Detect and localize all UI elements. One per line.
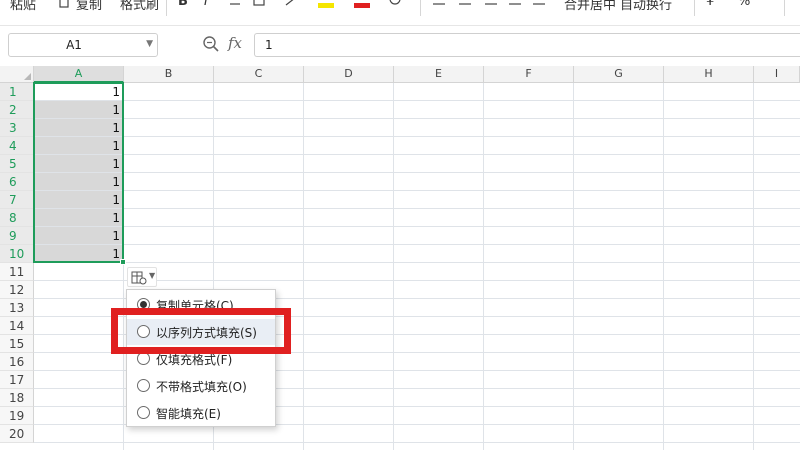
- paste-button[interactable]: 粘贴: [10, 0, 36, 13]
- row-header-12[interactable]: 12: [0, 281, 34, 299]
- row-header-8[interactable]: 8: [0, 209, 34, 227]
- grid-row-line: [34, 208, 800, 209]
- row-header-13[interactable]: 13: [0, 299, 34, 317]
- select-all-corner[interactable]: [0, 66, 34, 83]
- grid-row-line: [34, 226, 800, 227]
- italic-button[interactable]: I: [204, 0, 208, 9]
- format-painter-button[interactable]: 格式刷: [120, 0, 159, 13]
- spreadsheet-grid: ABCDEFGHI 1 2 3 4 5 6 7 8 9 10 11 12 13 14 15 16 17 18 19 2…: [0, 66, 800, 450]
- name-box[interactable]: A1 ▼: [8, 33, 158, 57]
- grid-row-line: [34, 262, 800, 263]
- row-header-6[interactable]: 6: [0, 173, 34, 191]
- align-right-icon[interactable]: [484, 0, 498, 10]
- row-header-10[interactable]: 10: [0, 245, 34, 263]
- grid-row-line: [34, 154, 800, 155]
- column-header-e[interactable]: E: [394, 66, 484, 83]
- grid-column-line: [483, 83, 484, 450]
- currency-button[interactable]: ¥: [706, 0, 714, 9]
- cell-reference: A1: [66, 38, 82, 52]
- align-justify-icon[interactable]: [508, 0, 522, 10]
- column-header-h[interactable]: H: [664, 66, 754, 83]
- selection-border: [33, 82, 124, 263]
- row-header-4[interactable]: 4: [0, 137, 34, 155]
- row-header-18[interactable]: 18: [0, 389, 34, 407]
- radio-icon: [137, 379, 150, 392]
- formula-input[interactable]: 1: [254, 33, 800, 57]
- grid-column-line: [303, 83, 304, 450]
- row-header-16[interactable]: 16: [0, 353, 34, 371]
- row-header-14[interactable]: 14: [0, 317, 34, 335]
- column-header-b[interactable]: B: [124, 66, 214, 83]
- red-highlight-box: [111, 308, 291, 354]
- row-header-15[interactable]: 15: [0, 335, 34, 353]
- eraser-icon[interactable]: [284, 0, 298, 10]
- autofill-options-button[interactable]: ▼: [127, 267, 157, 287]
- row-header-11[interactable]: 11: [0, 263, 34, 281]
- zoom-icon[interactable]: [202, 35, 220, 53]
- grid-row-line: [34, 118, 800, 119]
- toolbar-divider: [784, 0, 785, 16]
- border-icon[interactable]: [252, 0, 266, 10]
- grid-column-line: [753, 83, 754, 450]
- chevron-down-icon[interactable]: ▼: [146, 39, 153, 49]
- menu-item-smart-fill[interactable]: 智能填充(E): [127, 400, 275, 426]
- grid-row-line: [34, 136, 800, 137]
- merge-center-button[interactable]: 合并居中: [564, 0, 616, 13]
- distributed-align-icon[interactable]: [532, 0, 546, 10]
- row-header-3[interactable]: 3: [0, 119, 34, 137]
- grid-row-line: [34, 442, 800, 443]
- align-left-icon[interactable]: [432, 0, 446, 10]
- fx-icon[interactable]: fx: [228, 34, 242, 52]
- autofill-options-icon: [131, 271, 147, 285]
- menu-item-label: 不带格式填充(O): [156, 380, 247, 394]
- column-header-g[interactable]: G: [574, 66, 664, 83]
- row-header-1[interactable]: 1: [0, 83, 34, 101]
- grid-column-line: [393, 83, 394, 450]
- grid-row-line: [34, 100, 800, 101]
- grid-column-line: [663, 83, 664, 450]
- column-header-c[interactable]: C: [214, 66, 304, 83]
- ribbon-toolbar: 粘贴 复制 格式刷 B I 合并居中 自动换行 ¥ %: [0, 0, 800, 26]
- formula-value: 1: [265, 38, 273, 52]
- grid-row-line: [34, 190, 800, 191]
- toolbar-divider: [694, 0, 695, 16]
- row-header-2[interactable]: 2: [0, 101, 34, 119]
- grid-column-line: [573, 83, 574, 450]
- column-header-a[interactable]: A: [34, 66, 124, 83]
- column-header-i[interactable]: I: [754, 66, 800, 83]
- column-header-f[interactable]: F: [484, 66, 574, 83]
- fill-handle[interactable]: [120, 259, 126, 265]
- toolbar-divider: [166, 0, 167, 16]
- row-header-17[interactable]: 17: [0, 371, 34, 389]
- percent-button[interactable]: %: [738, 0, 750, 9]
- menu-item-label: 智能填充(E): [156, 407, 221, 421]
- radio-icon: [137, 406, 150, 419]
- formula-bar: A1 ▼ fx 1: [0, 26, 800, 66]
- column-header-d[interactable]: D: [304, 66, 394, 83]
- row-header-19[interactable]: 19: [0, 407, 34, 425]
- clear-format-icon[interactable]: [388, 0, 402, 10]
- row-header-5[interactable]: 5: [0, 155, 34, 173]
- align-center-icon[interactable]: [458, 0, 472, 10]
- wrap-text-button[interactable]: 自动换行: [620, 0, 672, 13]
- highlight-color-icon[interactable]: [318, 3, 334, 8]
- menu-item-fill-without-formatting[interactable]: 不带格式填充(O): [127, 373, 275, 399]
- bold-button[interactable]: B: [178, 0, 188, 9]
- underline-icon[interactable]: [228, 0, 242, 10]
- chevron-down-icon: ▼: [149, 271, 156, 280]
- copy-button[interactable]: 复制: [76, 0, 102, 13]
- grid-row-line: [34, 172, 800, 173]
- row-header-7[interactable]: 7: [0, 191, 34, 209]
- row-header-9[interactable]: 9: [0, 227, 34, 245]
- toolbar-divider: [420, 0, 421, 16]
- row-header-20[interactable]: 20: [0, 425, 34, 443]
- copy-icon: [59, 0, 69, 8]
- font-color-icon[interactable]: [354, 3, 370, 8]
- grid-row-line: [34, 244, 800, 245]
